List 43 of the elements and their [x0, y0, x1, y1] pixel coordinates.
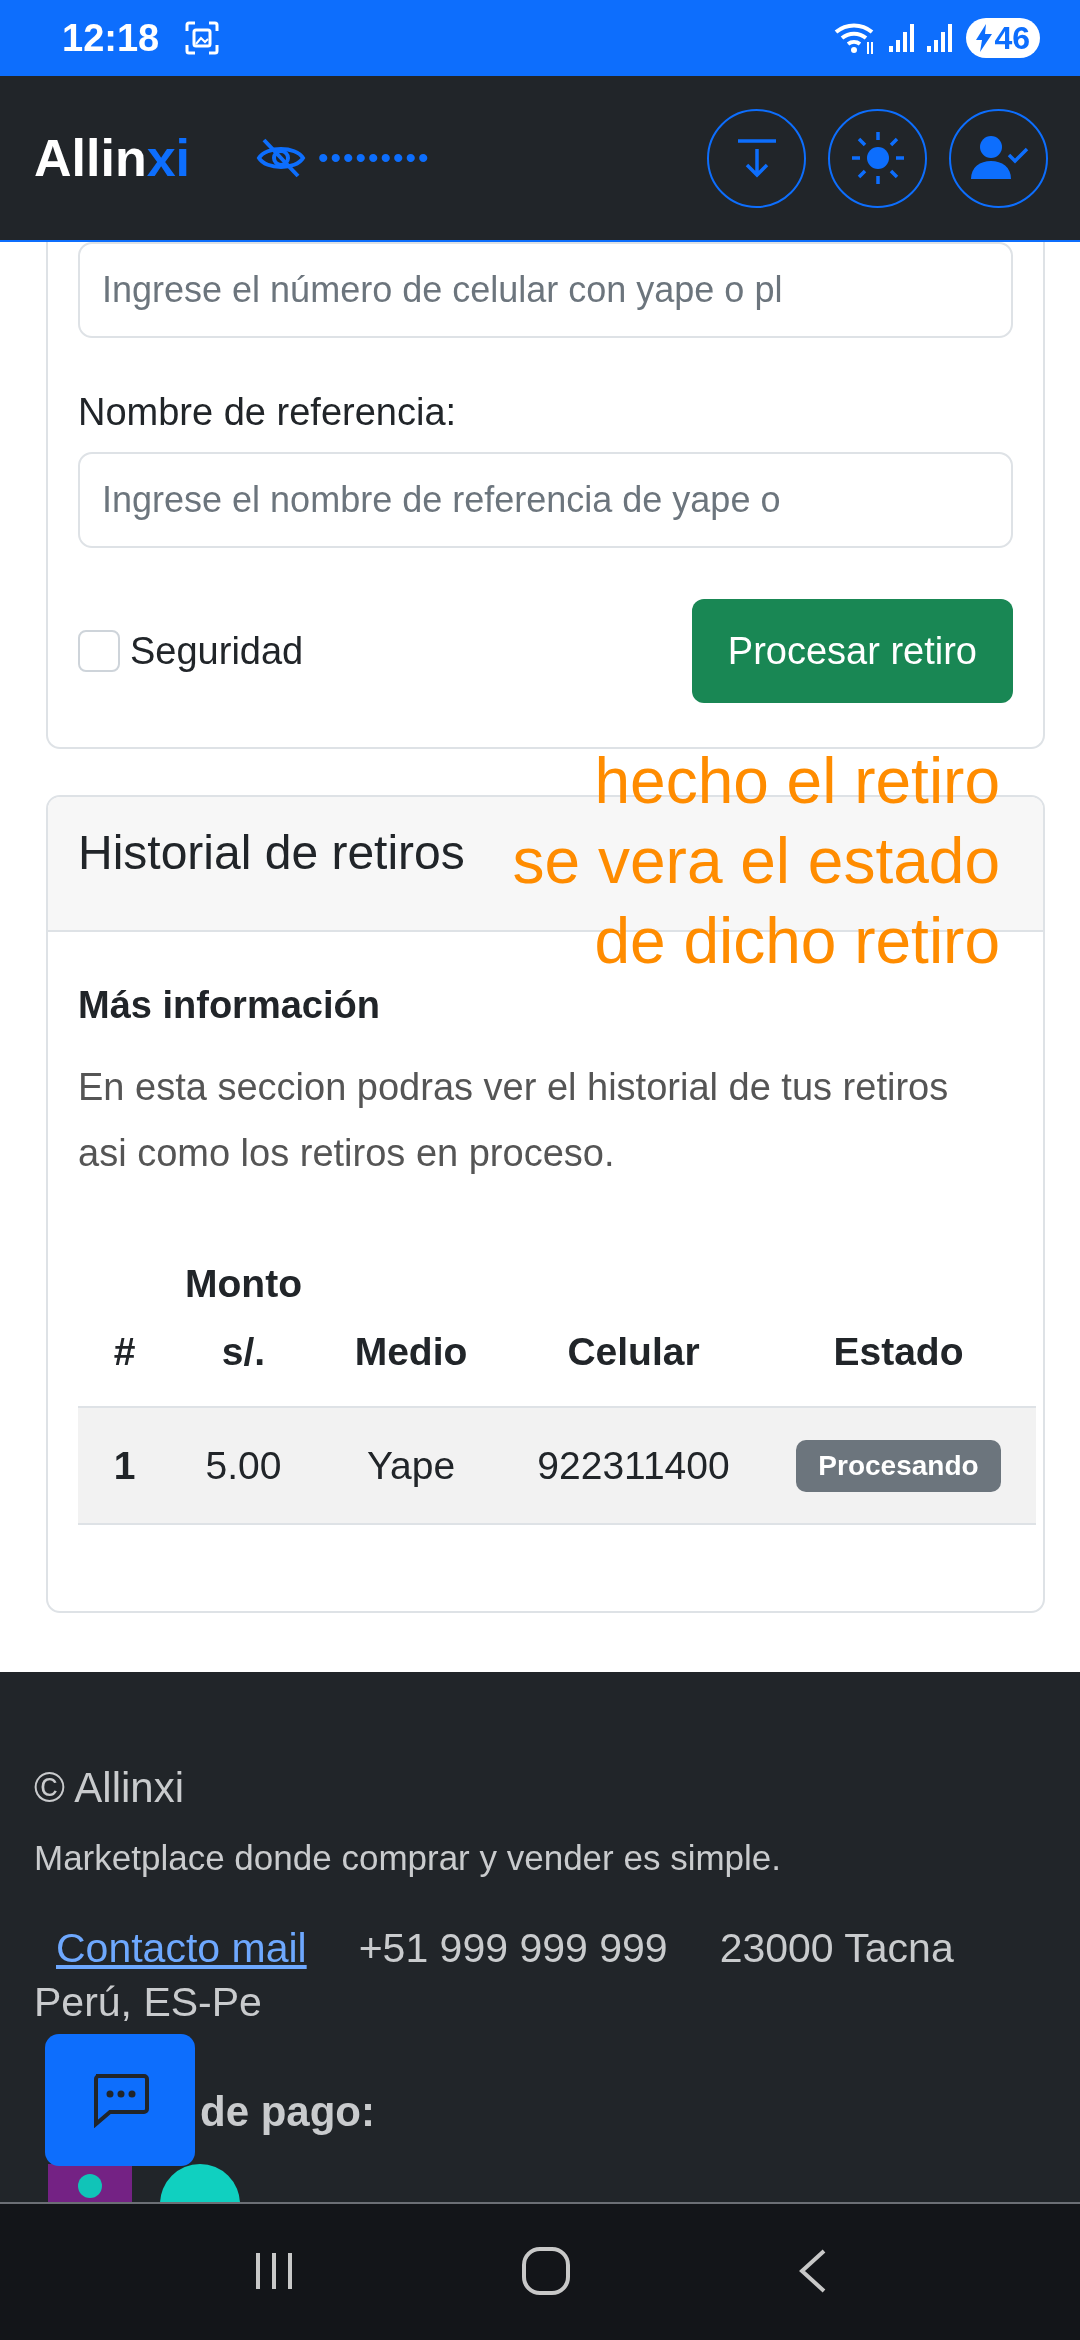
status-badge: Procesando	[796, 1439, 1001, 1492]
country-text: Perú, ES-Pe	[34, 1980, 262, 2024]
checkbox-label: Seguridad	[130, 629, 304, 673]
reference-input-field[interactable]: Ingrese el nombre de referencia de yape o	[78, 452, 1013, 548]
address: 23000 Tacna	[719, 1924, 954, 1973]
masked-balance: •••••••••	[318, 141, 431, 175]
charging-icon	[976, 24, 993, 52]
table-cell: Yape	[316, 1407, 506, 1524]
eye-slash-icon[interactable]	[256, 138, 307, 178]
table-cell: 922311400	[506, 1407, 761, 1524]
tagline: Marketplace donde comprar y vender es simple.	[34, 1838, 781, 1878]
profile-button[interactable]	[949, 108, 1048, 208]
card-title: Historial de retiros	[78, 825, 465, 881]
logo[interactable]: Allinxi	[34, 128, 191, 188]
copyright-text: © Allinxi	[34, 1764, 184, 1812]
table-cell: 5.00	[171, 1407, 316, 1524]
section-description: En esta seccion podras ver el historial de tus retiros asi como los retiros en proceso.	[78, 1065, 950, 1176]
handwritten-note: hecho el retiro	[594, 745, 1000, 817]
column-header: #	[78, 1250, 171, 1407]
column-header: Monto s/.	[171, 1250, 316, 1407]
theme-toggle-button[interactable]	[828, 108, 927, 208]
handwritten-note: se vera el estado	[512, 825, 1000, 897]
handwritten-note: de dicho retiro	[594, 905, 1000, 977]
screenshot-icon	[185, 21, 220, 55]
security-checkbox[interactable]	[78, 630, 120, 672]
signal-icon	[926, 22, 955, 54]
process-withdrawal-button[interactable]: Procesar retiro	[691, 599, 1013, 703]
column-header: Estado	[761, 1250, 1036, 1407]
sun-icon	[849, 130, 906, 186]
section-subtitle: Más información	[78, 983, 380, 1028]
phone-input-field[interactable]: Ingrese el número de celular con yape o pl	[78, 242, 1013, 338]
column-header: Celular	[506, 1250, 761, 1407]
contact-link[interactable]: Contacto mail	[56, 1918, 307, 1978]
column-header: Medio	[316, 1250, 506, 1407]
field-label: Nombre de referencia:	[78, 390, 457, 434]
table-cell: 1	[78, 1407, 171, 1524]
signal-icon	[888, 22, 917, 54]
payment-methods-title: de pago:	[200, 2088, 375, 2136]
battery-indicator: 46	[966, 18, 1040, 58]
download-button[interactable]	[707, 108, 806, 208]
phone-number: +51 999 999 999	[358, 1924, 668, 1973]
clock: 12:18	[62, 16, 160, 60]
chat-button[interactable]	[45, 2034, 195, 2166]
